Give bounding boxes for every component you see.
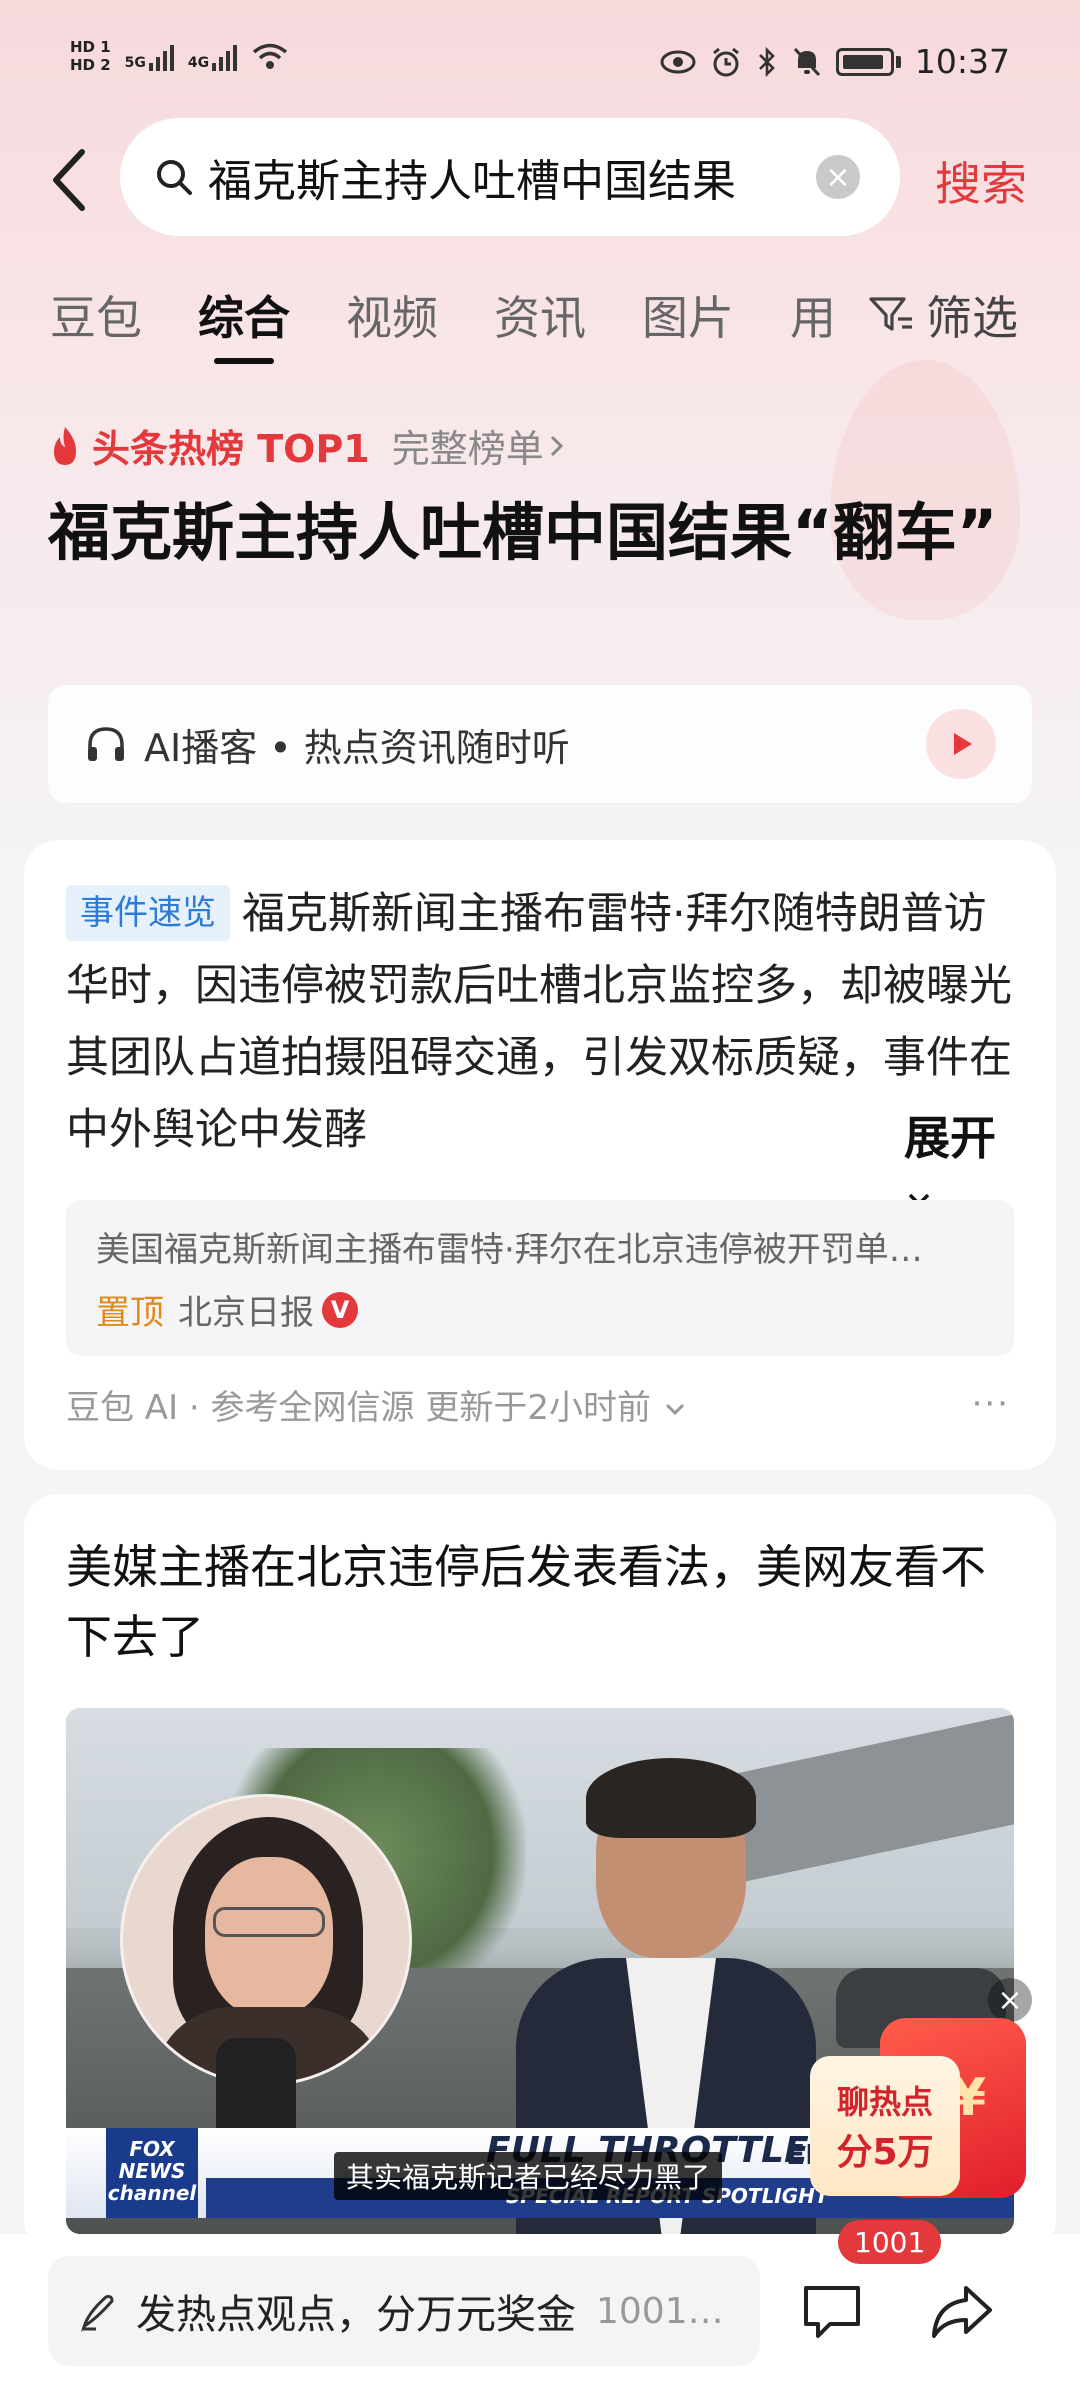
status-bar: HD 1 HD 2 5G 4G 10:37 (0, 0, 1080, 130)
anchor-hair (586, 1758, 756, 1838)
fire-icon (54, 426, 76, 465)
verified-badge: V (322, 1291, 358, 1328)
event-summary-card: 事件速览 福克斯新闻主播布雷特·拜尔随特朗普访华时，因违停被罚款后吐槽北京监控多，… (24, 840, 1056, 1470)
full-list-link[interactable]: 完整榜单 (392, 418, 544, 473)
comment-count-badge: 1001 (838, 2220, 942, 2264)
reference-title: 美国福克斯新闻主播布雷特·拜尔在北京违停被开罚单… (96, 1230, 923, 1270)
hot-rank-row[interactable]: 头条热榜 TOP1 完整榜单 (48, 418, 568, 473)
signal-4g-label: 4G (187, 55, 210, 71)
wifi-icon (253, 43, 288, 69)
expand-label: 展开 (904, 1111, 996, 1165)
hd1-label: HD 1 (70, 38, 111, 56)
battery-tip (895, 55, 901, 68)
alarm-icon (712, 47, 739, 76)
comment-count-inline: 1001… (596, 2290, 724, 2332)
comment-icon[interactable] (800, 2282, 864, 2340)
back-arrow-icon[interactable] (40, 140, 100, 220)
tab-bar: 豆包 综合 视频 资讯 图片 用 (50, 282, 892, 364)
reporter-glasses (213, 1907, 325, 1937)
more-options-icon[interactable]: ··· (972, 1384, 1010, 1424)
pinned-label: 置顶 (96, 1293, 164, 1333)
share-icon[interactable] (928, 2282, 994, 2342)
battery-icon (835, 47, 894, 76)
eye-icon (660, 50, 696, 73)
clear-icon[interactable]: × (816, 155, 860, 199)
status-left: HD 1 HD 2 5G 4G (70, 38, 289, 74)
signal-5g-label: 5G (124, 55, 146, 71)
mute-bell-icon (793, 47, 820, 76)
close-icon[interactable]: × (988, 1978, 1032, 2022)
reference-item[interactable]: 美国福克斯新闻主播布雷特·拜尔在北京违停被开罚单… 置顶 北京日报 V (66, 1200, 1014, 1356)
source-footer-text: 豆包 AI · 参考全网信源 更新于2小时前 (66, 1388, 651, 1428)
filter-icon (869, 297, 912, 331)
search-query-text[interactable]: 福克斯主持人吐槽中国结果 (208, 145, 800, 209)
pen-icon (80, 2295, 114, 2333)
play-button[interactable] (926, 709, 996, 779)
status-right: 10:37 (660, 42, 1010, 81)
tab-news[interactable]: 资讯 (494, 282, 586, 348)
headphones-icon (88, 727, 124, 761)
reward-line2: 分5万 (836, 2132, 934, 2173)
tab-video[interactable]: 视频 (346, 282, 438, 348)
signal-bars-icon (212, 41, 238, 71)
chevron-right-icon (550, 435, 563, 456)
bottom-action-bar: 发热点观点，分万元奖金 1001… 1001 (0, 2220, 1080, 2388)
video-title[interactable]: 美媒主播在北京违停后发表看法，美网友看不下去了 (66, 1532, 1016, 1672)
clock: 10:37 (914, 42, 1010, 81)
chevron-down-icon (665, 1403, 684, 1416)
reward-card: 聊热点 分5万 (810, 2056, 960, 2196)
event-tag: 事件速览 (66, 885, 230, 941)
comment-input[interactable]: 发热点观点，分万元奖金 1001… (48, 2256, 760, 2366)
source-footer[interactable]: 豆包 AI · 参考全网信源 更新于2小时前 (66, 1380, 688, 1429)
search-input[interactable]: 福克斯主持人吐槽中国结果 × (120, 118, 900, 236)
reference-source: 北京日报 (178, 1293, 314, 1333)
video-subtitle: 其实福克斯记者已经尽力黑了 (334, 2152, 723, 2200)
fox-news-logo: FOX NEWS channel (106, 2128, 198, 2218)
search-button[interactable]: 搜索 (935, 148, 1027, 214)
reference-meta: 置顶 北京日报 V (96, 1285, 984, 1334)
reward-line1: 聊热点 (836, 2083, 933, 2121)
search-icon (157, 160, 192, 195)
filter-label: 筛选 (926, 291, 1018, 345)
signal-bars-icon (148, 41, 174, 71)
hd-indicator: HD 1 HD 2 (70, 38, 111, 74)
ai-podcast-bar[interactable]: AI播客 • 热点资讯随时听 (48, 685, 1032, 803)
comment-placeholder: 发热点观点，分万元奖金 (136, 2292, 576, 2338)
reward-floating-widget[interactable]: ¥ 聊热点 分5万 (810, 2018, 1026, 2198)
signal-4g: 4G (187, 41, 238, 71)
tab-doubao[interactable]: 豆包 (50, 282, 142, 348)
ai-podcast-label: AI播客 • 热点资讯随时听 (144, 725, 570, 770)
hot-rank-label: 头条热榜 TOP1 (92, 427, 370, 471)
tab-users[interactable]: 用 (790, 282, 836, 348)
page-title: 福克斯主持人吐槽中国结果“翻车” (48, 496, 998, 569)
bluetooth-icon (758, 46, 775, 77)
play-icon (954, 733, 972, 755)
hd2-label: HD 2 (70, 56, 111, 74)
tab-images[interactable]: 图片 (642, 282, 734, 348)
reporter-face (205, 1857, 333, 2017)
signal-5g: 5G (125, 41, 174, 71)
filter-button[interactable]: 筛选 (868, 282, 1018, 348)
tab-general[interactable]: 综合 (198, 282, 290, 364)
